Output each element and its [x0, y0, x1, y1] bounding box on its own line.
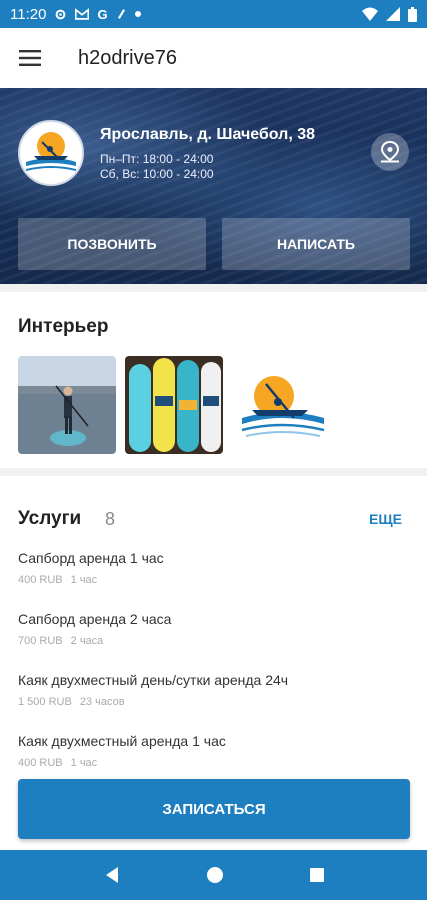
- opening-hours: Пн–Пт: 18:00 - 24:00 Сб, Вс: 10:00 - 24:…: [100, 152, 214, 182]
- services-count: 8: [105, 509, 116, 529]
- interior-photo-logo[interactable]: [232, 356, 330, 454]
- gmail-icon: [75, 8, 90, 20]
- service-price: 1 500 RUB: [18, 696, 72, 708]
- battery-icon: [408, 6, 417, 22]
- call-button[interactable]: ПОЗВОНИТЬ: [18, 218, 206, 270]
- services-title: Услуги: [18, 508, 82, 529]
- service-name: Каяк двухместный аренда 1 час: [18, 733, 226, 749]
- dot-icon: [134, 11, 141, 17]
- menu-button[interactable]: [0, 28, 60, 88]
- service-meta: 1 500 RUB 23 часов: [18, 696, 408, 708]
- business-logo: [18, 120, 84, 186]
- services-more-link[interactable]: ЕЩЕ: [369, 511, 402, 527]
- service-name: Сапборд аренда 2 часа: [18, 611, 172, 627]
- recents-icon[interactable]: [309, 867, 325, 883]
- interior-photo-sup-rider[interactable]: [18, 356, 116, 454]
- service-price: 400 RUB: [18, 757, 63, 769]
- business-header: Ярославль, д. Шачебол, 38 Пн–Пт: 18:00 -…: [0, 88, 427, 284]
- app-title: h2odrive76: [78, 46, 177, 69]
- service-duration: 1 час: [70, 574, 98, 586]
- status-bar: 11:20 G: [0, 0, 427, 28]
- settings-icon: [56, 9, 66, 19]
- hours-weekdays: Пн–Пт: 18:00 - 24:00: [100, 152, 214, 166]
- hours-weekend: Сб, Вс: 10:00 - 24:00: [100, 167, 214, 181]
- service-item[interactable]: Каяк двухместный аренда 1 час 400 RUB 1 ч…: [18, 733, 408, 769]
- service-item[interactable]: Сапборд аренда 2 часа 700 RUB 2 часа: [18, 611, 408, 647]
- service-price: 700 RUB: [18, 635, 63, 647]
- service-price: 400 RUB: [18, 574, 63, 586]
- service-meta: 400 RUB 1 час: [18, 757, 408, 769]
- system-nav-bar: [0, 850, 427, 900]
- edit-icon: [117, 9, 125, 19]
- service-meta: 700 RUB 2 часа: [18, 635, 408, 647]
- business-address: Ярославль, д. Шачебол, 38: [100, 126, 316, 143]
- back-icon[interactable]: [103, 866, 121, 884]
- interior-photo-boards[interactable]: [125, 356, 223, 454]
- interior-title: Интерьер: [18, 316, 109, 337]
- map-pin-icon: [380, 141, 400, 163]
- menu-icon: [19, 50, 41, 66]
- service-item[interactable]: Каяк двухместный день/сутки аренда 24ч 1…: [18, 672, 408, 708]
- book-button[interactable]: ЗАПИСАТЬСЯ: [18, 779, 410, 839]
- service-duration: 2 часа: [70, 635, 104, 647]
- map-button[interactable]: [371, 133, 409, 171]
- status-time: 11:20: [10, 5, 47, 23]
- google-icon: G: [97, 6, 108, 22]
- service-duration: 23 часов: [79, 696, 125, 708]
- wifi-icon: [362, 7, 378, 21]
- home-icon[interactable]: [206, 866, 224, 884]
- interior-section: Интерьер: [0, 292, 427, 468]
- signal-icon: [386, 7, 400, 21]
- service-name: Каяк двухместный день/сутки аренда 24ч: [18, 672, 289, 688]
- write-button[interactable]: НАПИСАТЬ: [222, 218, 410, 270]
- service-name: Сапборд аренда 1 час: [18, 550, 164, 566]
- service-item[interactable]: Сапборд аренда 1 час 400 RUB 1 час: [18, 550, 408, 586]
- service-duration: 1 час: [70, 757, 98, 769]
- app-bar: h2odrive76: [0, 28, 427, 88]
- service-meta: 400 RUB 1 час: [18, 574, 408, 586]
